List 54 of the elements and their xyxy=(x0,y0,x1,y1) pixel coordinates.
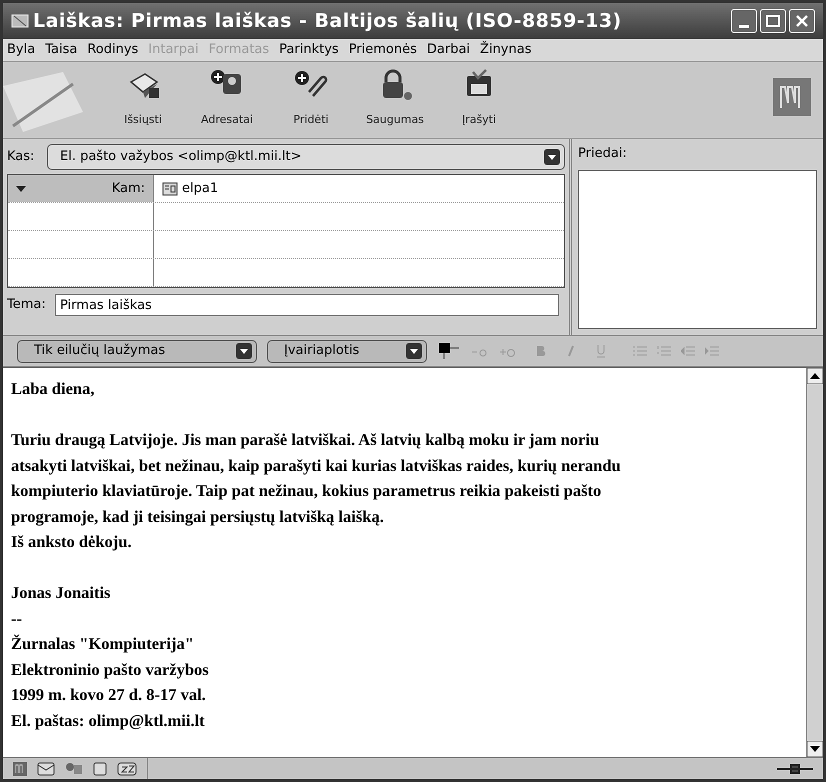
subject-label: Tema: xyxy=(7,296,47,314)
toolbar-button[interactable]: Adresatai xyxy=(192,68,262,128)
toolbar-button[interactable]: Pridėti xyxy=(276,68,346,128)
close-button[interactable] xyxy=(789,9,815,33)
text-line: El. paštas: olimp@ktl.mii.lt xyxy=(11,710,205,732)
text-line: Turiu draugą Latvijoje. Jis man parašė latviškai. Aš latvių kalbą moku ir jam noriu xyxy=(11,429,600,451)
address-card-icon xyxy=(162,182,178,196)
paragraph-format-dropdown[interactable]: Tik eilučių laužymas xyxy=(17,340,257,362)
text-line: Elektroninio pašto varžybos xyxy=(11,658,209,681)
text-line: Žurnalas "Kompiuterija" xyxy=(11,633,194,655)
scroll-down-icon[interactable] xyxy=(807,741,823,757)
from-dropdown[interactable]: El. pašto važybos <olimp@ktl.mii.lt> xyxy=(47,144,565,170)
dropdown-arrow-icon xyxy=(16,186,26,192)
menu-item[interactable]: Darbai xyxy=(426,40,470,60)
text-line: Laba diena, xyxy=(11,378,94,400)
attachments-list[interactable] xyxy=(578,170,817,329)
maximize-icon xyxy=(766,15,780,27)
menu-item[interactable]: Žinynas xyxy=(480,40,532,60)
subject-field[interactable]: Pirmas laiškas xyxy=(55,294,559,316)
window-title: Laiškas: Pirmas laiškas - Baltijos šalių (ISO-8859-13) xyxy=(33,8,622,34)
minimize-icon xyxy=(739,25,749,28)
text-line: -- xyxy=(11,608,22,630)
envelope-icon[interactable] xyxy=(37,762,55,776)
minimize-button[interactable] xyxy=(731,9,757,33)
window-icon xyxy=(11,13,29,29)
toolbar-button[interactable]: Saugumas xyxy=(360,68,430,128)
menu-item[interactable]: Taisa xyxy=(45,40,78,60)
menu-item[interactable]: Rodinys xyxy=(87,40,138,60)
recipient-type-dropdown[interactable]: Kam: xyxy=(8,175,154,202)
close-icon xyxy=(795,14,809,28)
text-color-icon[interactable] xyxy=(437,341,461,361)
logo-icon[interactable] xyxy=(13,762,27,776)
attachments-label: Priedai: xyxy=(578,145,628,163)
text-line: programoje, kad ji teisingai persiųstų latvišką laišką. xyxy=(11,506,384,528)
connection-icon xyxy=(777,762,813,774)
text-line: kompiuterio klaviatūroje. Taip pat nežinau, kokius parametrus reikia pakeisti pašto xyxy=(11,480,602,502)
menu-item[interactable]: Parinktys xyxy=(279,40,339,60)
text-line: Jonas Jonaitis xyxy=(11,582,110,604)
chat-icon[interactable] xyxy=(117,762,137,776)
scroll-up-icon[interactable] xyxy=(807,368,823,384)
menu-item[interactable]: Priemonės xyxy=(348,40,417,60)
text-line: 1999 m. kovo 27 d. 8-17 val. xyxy=(11,684,206,706)
text-line: atsakyti latviškai, bet nežinau, kaip parašyti kai kurias latviškas raides, kurių nerandu xyxy=(11,454,621,477)
recipient-address[interactable]: elpa1 xyxy=(182,178,218,198)
book-icon[interactable] xyxy=(93,762,107,776)
from-label: Kas: xyxy=(7,148,36,166)
scrollbar[interactable] xyxy=(806,368,823,757)
maximize-button[interactable] xyxy=(760,9,786,33)
toolbar-button[interactable]: Išsiųsti xyxy=(108,68,178,128)
text-line: Iš anksto dėkoju. xyxy=(11,531,132,553)
menu-item[interactable]: Byla xyxy=(7,40,36,60)
toolbar-button[interactable]: Įrašyti xyxy=(444,68,514,128)
font-dropdown[interactable]: Įvairiaplotis xyxy=(267,340,427,362)
logo-icon xyxy=(773,78,811,116)
